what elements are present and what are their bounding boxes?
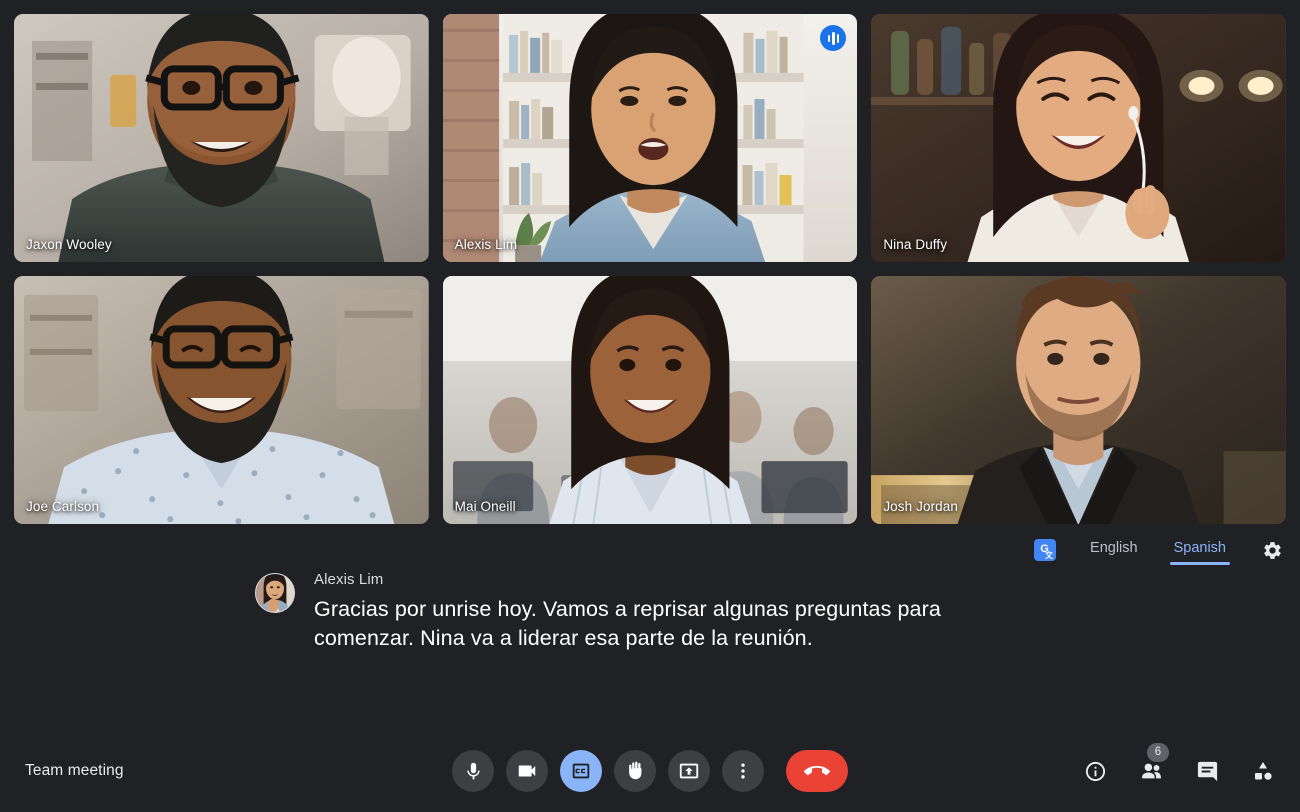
- caption-text: Gracias por unrise hoy. Vamos a reprisar…: [314, 597, 941, 650]
- participant-name-label: Josh Jordan: [883, 499, 958, 514]
- avatar: [255, 573, 295, 613]
- video-tile-nina-duffy[interactable]: Nina Duffy: [871, 14, 1286, 262]
- participant-video-feed: [14, 276, 429, 524]
- phone-hangup-icon: [804, 765, 830, 776]
- live-caption-block: Alexis Lim Gracias por unrise hoy. Vamos…: [255, 571, 1035, 652]
- present-screen-icon: [679, 763, 699, 779]
- info-icon: [1085, 761, 1105, 781]
- participant-name-label: Joe Carlson: [26, 499, 100, 514]
- participant-name-label: Jaxon Wooley: [26, 237, 112, 252]
- microphone-icon: [466, 762, 480, 779]
- video-tile-joe-carlson[interactable]: Joe Carlson: [14, 276, 429, 524]
- video-tile-grid: Jaxon Wooley Alexis Lim Nina Duffy Joe C…: [14, 14, 1286, 524]
- activities-icon: [1255, 762, 1272, 780]
- caption-settings-button[interactable]: [1260, 538, 1284, 562]
- meeting-details-button[interactable]: [1080, 756, 1110, 786]
- closed-captions-icon: [572, 763, 590, 779]
- raise-hand-button[interactable]: [614, 750, 656, 792]
- video-tile-mai-oneill[interactable]: Mai Oneill: [442, 276, 858, 524]
- participant-name-label: Alexis Lim: [454, 237, 518, 252]
- participants-button[interactable]: 6: [1136, 743, 1169, 786]
- captions-button[interactable]: [560, 750, 602, 792]
- secondary-controls: 6: [1080, 743, 1278, 786]
- participant-name-label: Mai Oneill: [454, 499, 516, 514]
- chat-bubble-icon: [1197, 761, 1217, 781]
- participant-video-feed: [871, 276, 1286, 524]
- camera-button[interactable]: [506, 750, 548, 792]
- caption-language-label: English: [1090, 539, 1138, 556]
- participant-video-feed: [442, 14, 858, 262]
- translate-icon: G文: [1034, 539, 1057, 561]
- caption-language-label: Spanish: [1173, 539, 1226, 556]
- chat-button[interactable]: [1192, 756, 1222, 786]
- participant-video-feed: [871, 14, 1286, 262]
- present-screen-button[interactable]: [668, 750, 710, 792]
- video-camera-icon: [518, 765, 536, 777]
- caption-speaker-name: Alexis Lim: [314, 571, 384, 588]
- participant-video-feed: [14, 14, 429, 262]
- video-tile-jaxon-wooley[interactable]: Jaxon Wooley: [14, 14, 429, 262]
- end-call-button[interactable]: [786, 750, 848, 792]
- participant-count-badge: 6: [1147, 743, 1169, 762]
- video-tile-josh-jordan[interactable]: Josh Jordan: [871, 276, 1286, 524]
- caption-language-tab-english[interactable]: English: [1086, 536, 1142, 565]
- participant-video-feed: [442, 276, 858, 524]
- caption-language-bar: G文 English Spanish: [1034, 533, 1284, 567]
- more-vertical-icon: [741, 763, 745, 779]
- meeting-title: Team meeting: [25, 762, 124, 779]
- people-icon: [1141, 763, 1161, 778]
- video-tile-alexis-lim[interactable]: Alexis Lim: [442, 14, 858, 262]
- gear-icon: [1263, 541, 1281, 559]
- more-options-button[interactable]: [722, 750, 764, 792]
- call-controls: [452, 750, 848, 792]
- participant-name-label: Nina Duffy: [883, 237, 948, 252]
- microphone-button[interactable]: [452, 750, 494, 792]
- activities-button[interactable]: [1248, 756, 1278, 786]
- caption-language-tab-spanish[interactable]: Spanish: [1169, 536, 1231, 565]
- raised-hand-icon: [629, 761, 642, 780]
- bottom-toolbar: Team meeting 6: [0, 730, 1300, 812]
